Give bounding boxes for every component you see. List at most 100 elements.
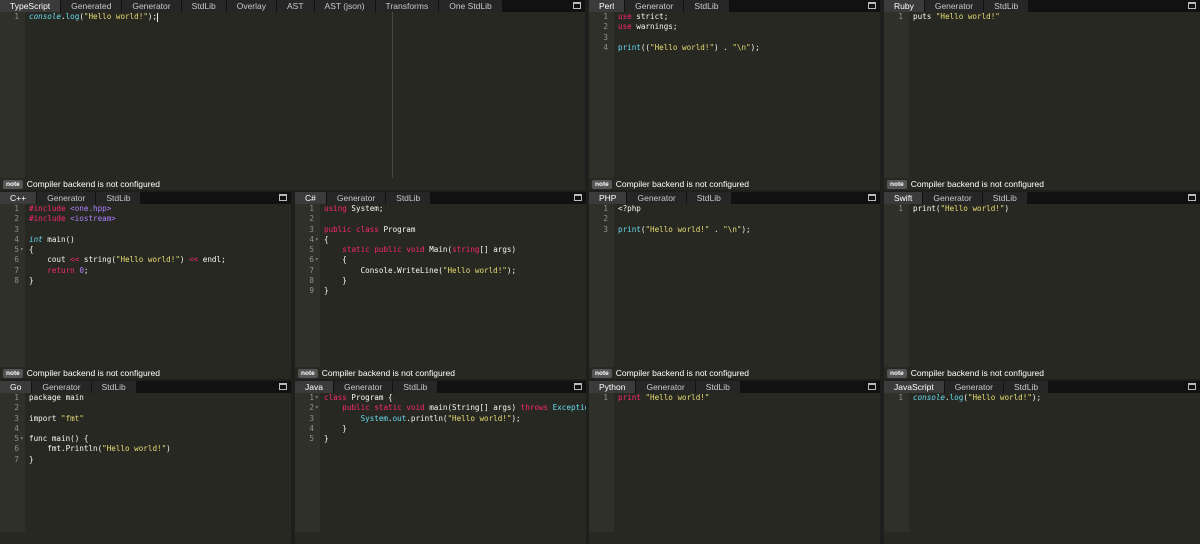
- tab-generated[interactable]: Generated: [61, 0, 123, 12]
- fold-arrow-icon[interactable]: ▾: [315, 255, 319, 265]
- maximize-icon[interactable]: [279, 383, 287, 390]
- tab-generator[interactable]: Generator: [625, 0, 685, 12]
- code-text: print("Hello world!"): [913, 204, 1009, 214]
- csharp-code-editor[interactable]: 1 using System; 2 3 public class Program 4 ▾{5…: [295, 204, 586, 367]
- tab-generator[interactable]: Generator: [924, 0, 985, 12]
- tab-stdlib[interactable]: StdLib: [181, 0, 227, 12]
- maximize-icon[interactable]: [574, 194, 582, 201]
- code-line: 3: [589, 33, 880, 43]
- tab-swift[interactable]: Swift: [884, 192, 924, 204]
- typescript-code-editor[interactable]: 1 console.log("Hello world!");: [0, 12, 585, 178]
- tab-stdlib[interactable]: StdLib: [984, 0, 1030, 12]
- tab-generator[interactable]: Generator: [32, 381, 92, 393]
- status-message: Compiler backend is not configured: [615, 368, 749, 378]
- go-code-editor[interactable]: 1 package main 2 3 import "fmt" 4 5 ▾ func main(…: [0, 393, 291, 532]
- tab-generator[interactable]: Generator: [326, 192, 387, 204]
- tab-stdlib[interactable]: StdLib: [96, 192, 142, 204]
- code-line: 1 #include <one.hpp>: [0, 204, 291, 214]
- maximize-icon[interactable]: [573, 2, 581, 9]
- code-token: using: [324, 204, 347, 213]
- tab-generator[interactable]: Generator: [122, 0, 182, 12]
- tab-c++[interactable]: C++: [0, 192, 38, 204]
- line-number: 5: [14, 434, 19, 444]
- code-text: func main() {: [29, 434, 88, 444]
- tab-python[interactable]: Python: [589, 381, 637, 393]
- maximize-icon[interactable]: [868, 383, 876, 390]
- tab-typescript[interactable]: TypeScript: [0, 0, 62, 12]
- tab-stdlib[interactable]: StdLib: [1003, 381, 1050, 393]
- code-text: int main(): [29, 235, 75, 245]
- code-line: 1 console.log("Hello world!");: [884, 393, 1200, 403]
- tab-generator[interactable]: Generator: [923, 192, 983, 204]
- fold-arrow-icon[interactable]: ▾: [20, 245, 24, 255]
- java-code-editor[interactable]: 1 ▾ class Program {2 ▾ public static void m…: [295, 393, 586, 532]
- code-token: "Hello world!": [940, 204, 1005, 213]
- code-token: );: [750, 42, 760, 52]
- tab-stdlib[interactable]: StdLib: [686, 192, 732, 204]
- code-line: 7}: [0, 455, 291, 465]
- tab-go[interactable]: Go: [0, 381, 33, 393]
- code-text: }: [29, 455, 34, 465]
- tab-c#[interactable]: C#: [295, 192, 327, 204]
- tab-stdlib[interactable]: StdLib: [91, 381, 137, 393]
- tab-generator[interactable]: Generator: [627, 192, 687, 204]
- perl-code-editor[interactable]: 1 use strict; 2 use warnings; 3 4 print(("Hell…: [589, 12, 880, 178]
- code-line: 6 fmt.Println("Hello world!"): [0, 444, 291, 454]
- code-token: ): [1004, 204, 1010, 213]
- maximize-icon[interactable]: [1188, 383, 1196, 390]
- tab-php[interactable]: PHP: [589, 192, 628, 204]
- fold-arrow-icon[interactable]: ▾: [20, 434, 24, 444]
- tab-generator[interactable]: Generator: [333, 381, 394, 393]
- ruby-tab-bar: Ruby Generator StdLib: [884, 0, 1200, 12]
- tab-generator[interactable]: Generator: [37, 192, 97, 204]
- php-code-editor[interactable]: 1 <?php 2 3 print("Hello world!" . "\n");: [589, 204, 880, 367]
- code-token: <<: [70, 255, 80, 265]
- tab-stdlib[interactable]: StdLib: [982, 192, 1028, 204]
- tab-ast-json-[interactable]: AST (json): [314, 0, 376, 12]
- maximize-icon[interactable]: [1188, 194, 1196, 201]
- ruby-code-editor[interactable]: 1 puts "Hello world!": [884, 12, 1200, 178]
- code-line: 9}: [295, 286, 586, 296]
- tab-transforms[interactable]: Transforms: [375, 0, 440, 12]
- fold-arrow-icon[interactable]: ▾: [315, 393, 319, 403]
- tab-ast[interactable]: AST: [277, 0, 315, 12]
- tab-stdlib[interactable]: StdLib: [684, 0, 730, 12]
- tab-one-stdlib[interactable]: One StdLib: [439, 0, 503, 12]
- tab-generator[interactable]: Generator: [944, 381, 1004, 393]
- line-number: 6: [14, 444, 19, 454]
- code-token: System: [360, 413, 389, 423]
- status-bar: note Compiler backend is not configured: [295, 367, 586, 379]
- status-message: Compiler backend is not configured: [26, 368, 160, 378]
- tab-generator[interactable]: Generator: [636, 381, 696, 393]
- fold-arrow-icon[interactable]: ▾: [315, 235, 319, 245]
- fold-arrow-icon[interactable]: ▾: [315, 403, 319, 413]
- maximize-icon[interactable]: [868, 194, 876, 201]
- note-badge: note: [887, 179, 907, 189]
- code-token: import: [29, 413, 62, 423]
- tab-ruby[interactable]: Ruby: [884, 0, 925, 12]
- maximize-icon[interactable]: [279, 194, 287, 201]
- maximize-icon[interactable]: [574, 383, 582, 390]
- code-text: #include <one.hpp>: [29, 204, 111, 214]
- javascript-code-editor[interactable]: 1 console.log("Hello world!");: [884, 393, 1200, 532]
- tab-overlay[interactable]: Overlay: [226, 0, 278, 12]
- maximize-icon[interactable]: [1188, 2, 1196, 9]
- maximize-icon[interactable]: [868, 2, 876, 9]
- python-code-editor[interactable]: 1 print "Hello world!": [589, 393, 880, 532]
- tab-stdlib[interactable]: StdLib: [386, 192, 432, 204]
- code-line: 5 ▾ func main() {: [0, 434, 291, 444]
- code-text: print(("Hello world!") . "\n");: [618, 43, 760, 53]
- tab-stdlib[interactable]: StdLib: [393, 381, 439, 393]
- tab-javascript[interactable]: JavaScript: [884, 381, 945, 393]
- swift-code-editor[interactable]: 1 print("Hello world!"): [884, 204, 1200, 367]
- cpp-code-editor[interactable]: 1 #include <one.hpp> 2 #include <iostream> 3…: [0, 204, 291, 367]
- go-pane: Go Generator StdLib 1 package main 2 3 import "…: [0, 381, 291, 544]
- tab-stdlib[interactable]: StdLib: [695, 381, 741, 393]
- line-number: 9: [309, 286, 314, 296]
- tab-java[interactable]: Java: [295, 381, 334, 393]
- line-number: 3: [14, 413, 19, 423]
- note-badge: note: [3, 179, 23, 189]
- tab-perl[interactable]: Perl: [589, 0, 626, 12]
